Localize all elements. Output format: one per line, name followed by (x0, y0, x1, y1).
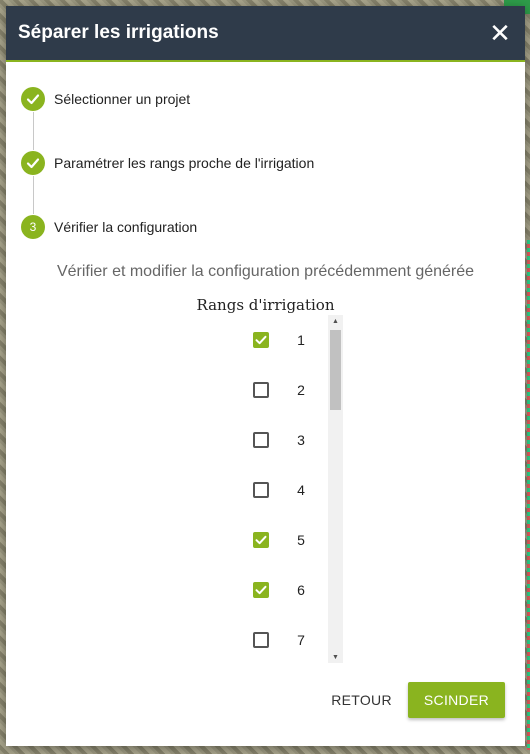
row-checkbox[interactable] (253, 332, 269, 348)
row-checkbox[interactable] (253, 382, 269, 398)
dialog-header: Séparer les irrigations ✕ (6, 6, 525, 62)
dialog-title: Séparer les irrigations (18, 22, 219, 43)
scroll-down-icon[interactable]: ▼ (328, 651, 343, 663)
stepper: Sélectionner un projet Paramétrer les ra… (21, 86, 314, 240)
row-number: 5 (297, 532, 305, 548)
row-checkbox[interactable] (253, 582, 269, 598)
split-irrigation-dialog: Séparer les irrigations ✕ Sélectionner u… (6, 6, 525, 746)
step-label: Vérifier la configuration (54, 219, 198, 235)
step-number-badge: 3 (21, 215, 45, 239)
row-number: 7 (297, 632, 305, 648)
row-number: 6 (297, 582, 305, 598)
scrollbar-thumb[interactable] (330, 330, 341, 410)
row-checkbox[interactable] (253, 482, 269, 498)
step-label: Sélectionner un projet (54, 91, 191, 107)
check-icon (21, 87, 45, 111)
dialog-footer: RETOUR SCINDER (323, 682, 505, 718)
step-configure-rows: Paramétrer les rangs proche de l'irrigat… (21, 150, 314, 176)
row-number: 2 (297, 382, 305, 398)
step-connector (33, 176, 34, 214)
configuration-description: Vérifier et modifier la configuration pr… (56, 263, 475, 280)
row-checkbox[interactable] (253, 432, 269, 448)
row-number: 1 (297, 332, 305, 348)
split-button[interactable]: SCINDER (407, 682, 505, 718)
step-select-project: Sélectionner un projet (21, 86, 314, 112)
scroll-up-icon[interactable]: ▲ (328, 315, 343, 327)
step-label: Paramétrer les rangs proche de l'irrigat… (54, 155, 315, 171)
row-checkbox[interactable] (253, 532, 269, 548)
list-scrollbar[interactable]: ▲ ▼ (328, 315, 343, 663)
row-number: 3 (297, 432, 305, 448)
back-button[interactable]: RETOUR (323, 682, 400, 718)
close-icon[interactable]: ✕ (487, 20, 513, 46)
step-connector (33, 112, 34, 150)
step-verify-configuration: 3 Vérifier la configuration (21, 214, 314, 240)
column-header: Rangs d'irrigation (196, 296, 335, 314)
row-checkbox[interactable] (253, 632, 269, 648)
row-number: 4 (297, 482, 305, 498)
check-icon (21, 151, 45, 175)
